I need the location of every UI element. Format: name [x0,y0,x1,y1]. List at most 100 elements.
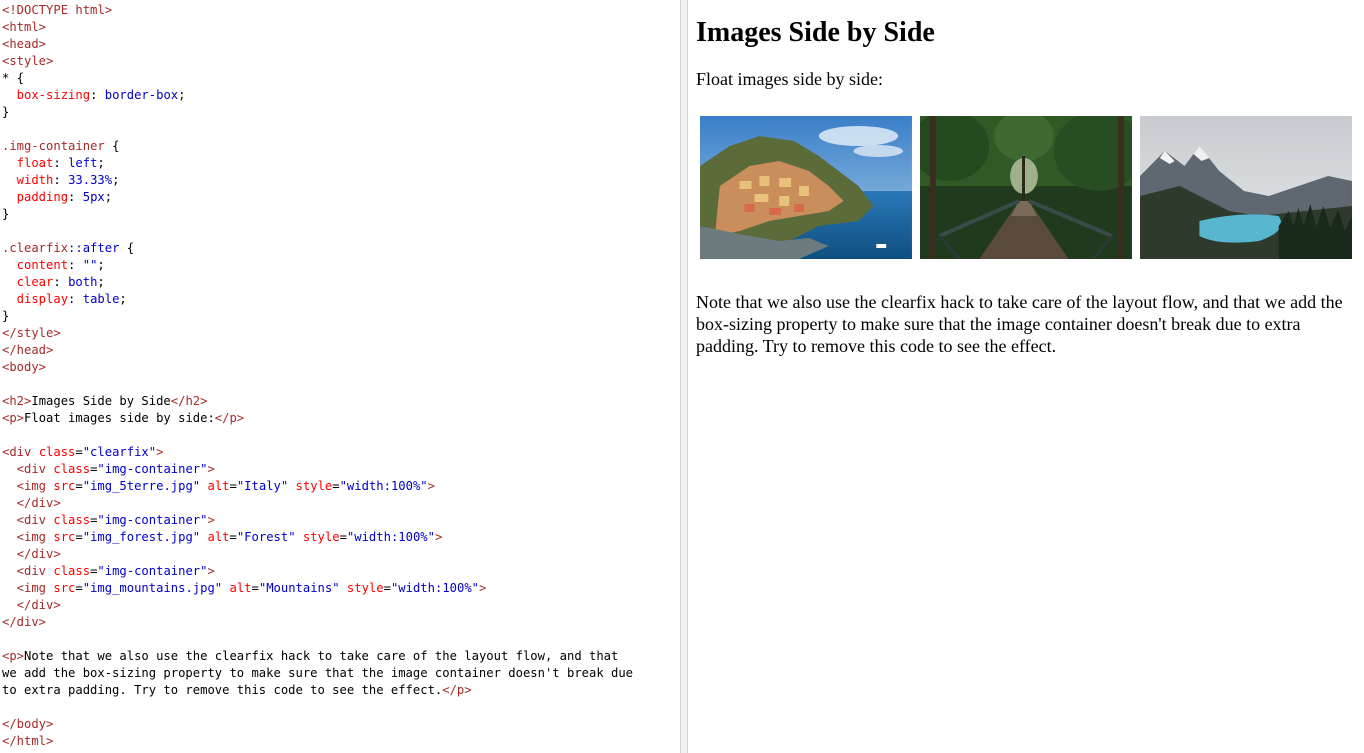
code-token: "img_mountains.jpg" [82,581,223,595]
code-token: ::after [68,241,120,255]
code-token: <!DOCTYPE html> [2,3,113,17]
code-line[interactable]: box-sizing: border-box; [2,87,680,104]
code-line[interactable]: </div> [2,495,680,512]
code-token: "width:100%" [339,479,428,493]
code-line[interactable]: .clearfix::after { [2,240,680,257]
code-token: class [53,513,91,527]
code-line[interactable]: </div> [2,614,680,631]
code-token: <img [2,479,54,493]
code-line[interactable] [2,223,680,240]
code-token: </div> [2,496,61,510]
code-line[interactable]: clear: both; [2,274,680,291]
result-frame: Images Side by Side Float images side by… [688,0,1364,753]
code-token: box-sizing [2,88,91,102]
code-line[interactable]: <div class="img-container"> [2,461,680,478]
code-token: : [53,156,69,170]
code-line[interactable] [2,427,680,444]
code-token: 5px [82,190,105,204]
code-line[interactable]: <div class="img-container"> [2,563,680,580]
code-token: <p> [2,649,25,663]
code-line[interactable] [2,121,680,138]
code-token: = [339,530,347,544]
code-line[interactable]: } [2,104,680,121]
note-paragraph: Note that we also use the clearfix hack … [696,292,1343,356]
code-line[interactable]: </div> [2,597,680,614]
code-line[interactable]: <head> [2,36,680,53]
code-token: > [427,479,435,493]
code-line[interactable]: <p>Float images side by side:</p> [2,410,680,427]
code-line[interactable]: <img src="img_5terre.jpg" alt="Italy" st… [2,478,680,495]
code-line[interactable]: * { [2,70,680,87]
code-line[interactable]: to extra padding. Try to remove this cod… [2,682,680,699]
code-token: "" [82,258,98,272]
code-token: <div [2,462,54,476]
code-token: = [332,479,340,493]
code-token: "Forest" [236,530,296,544]
code-token: src [53,479,76,493]
code-line[interactable]: <h2>Images Side by Side</h2> [2,393,680,410]
code-line[interactable]: .img-container { [2,138,680,155]
code-line[interactable]: <style> [2,53,680,70]
code-token: <div [2,564,54,578]
code-token: src [53,581,76,595]
code-token: "width:100%" [346,530,435,544]
code-line[interactable]: <html> [2,19,680,36]
code-token: = [75,530,83,544]
code-token: <p> [2,411,25,425]
code-token: <img [2,530,54,544]
code-line[interactable]: float: left; [2,155,680,172]
code-editor[interactable]: <!DOCTYPE html> <html> <head> <style> * { bo… [0,0,680,753]
code-token: class [38,445,76,459]
code-line[interactable] [2,376,680,393]
code-line[interactable]: width: 33.33%; [2,172,680,189]
code-token: float [2,156,54,170]
code-token: alt [200,479,230,493]
code-line[interactable]: <div class="img-container"> [2,512,680,529]
code-line[interactable]: } [2,308,680,325]
code-token: alt [222,581,252,595]
code-line[interactable]: display: table; [2,291,680,308]
code-token: alt [200,530,230,544]
code-token: style [295,530,340,544]
code-line[interactable]: content: ""; [2,257,680,274]
code-token: = [75,445,83,459]
code-token: <div [2,513,54,527]
code-line[interactable]: <img src="img_mountains.jpg" alt="Mounta… [2,580,680,597]
code-token: = [251,581,259,595]
code-token: { [104,139,120,153]
code-line[interactable]: <img src="img_forest.jpg" alt="Forest" s… [2,529,680,546]
code-line[interactable]: padding: 5px; [2,189,680,206]
code-token: = [229,530,237,544]
code-token: > [434,530,443,544]
code-token: .img-container [2,139,105,153]
code-line[interactable]: </div> [2,546,680,563]
code-line[interactable]: we add the box-sizing property to make s… [2,665,680,682]
code-token: : [53,275,69,289]
code-line[interactable]: <p>Note that we also use the clearfix ha… [2,648,680,665]
code-token: Images Side by Side [31,394,171,408]
code-line[interactable]: </body> [2,716,680,733]
code-text[interactable]: <!DOCTYPE html> <html> <head> <style> * { bo… [0,0,680,750]
code-line[interactable]: </head> [2,342,680,359]
code-token: class [53,462,91,476]
code-line[interactable] [2,631,680,648]
code-line[interactable]: <div class="clearfix"> [2,444,680,461]
code-token: </p> [442,683,472,697]
code-line[interactable]: <body> [2,359,680,376]
code-line[interactable] [2,699,680,716]
code-token: Note that we also use the clearfix hack … [24,649,619,663]
code-token: <div [2,445,39,459]
code-line[interactable]: </style> [2,325,680,342]
code-token: "img_5terre.jpg" [82,479,201,493]
pane-divider[interactable] [680,0,688,753]
code-token: style [288,479,333,493]
code-token: } [2,207,10,221]
code-line[interactable]: <!DOCTYPE html> [2,2,680,19]
code-token: * { [2,71,25,85]
code-token: </div> [2,547,61,561]
code-token: src [53,530,76,544]
code-token: = [383,581,391,595]
code-line[interactable]: </html> [2,733,680,750]
code-token: > [479,581,487,595]
code-line[interactable]: } [2,206,680,223]
